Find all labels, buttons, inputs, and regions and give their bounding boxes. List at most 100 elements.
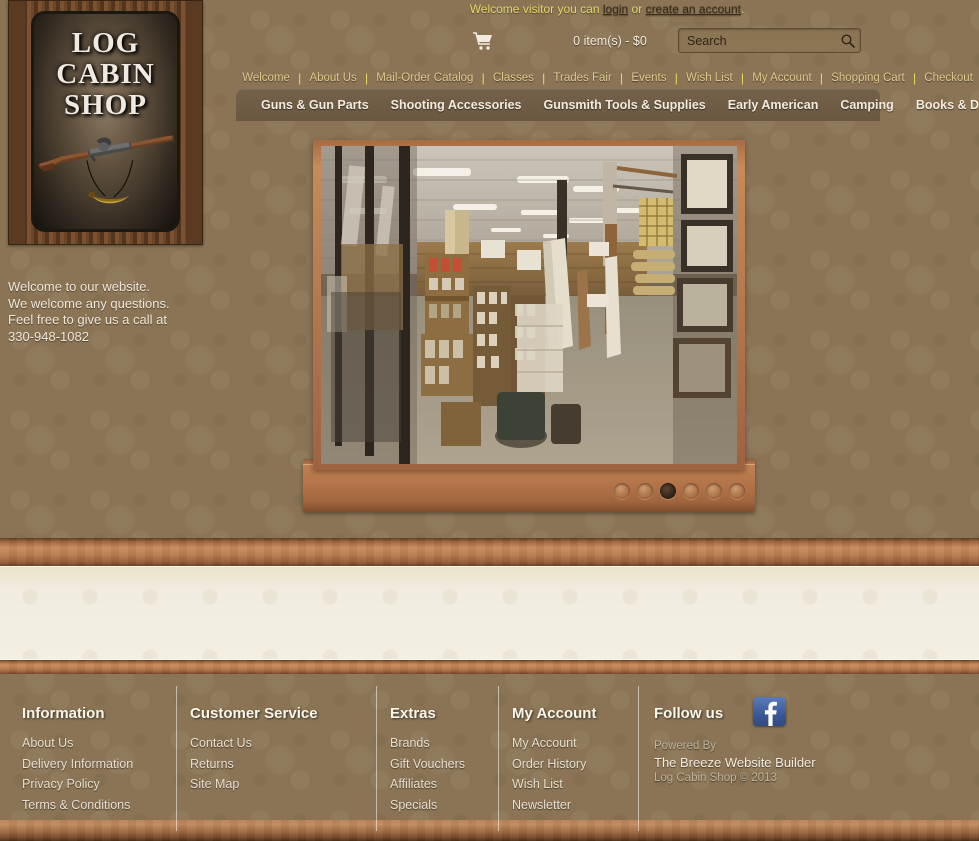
top-nav-item-trades-fair[interactable]: Trades Fair: [547, 72, 618, 84]
top-nav-item-wish-list[interactable]: Wish List: [680, 72, 739, 84]
slider-dot-2[interactable]: [637, 483, 653, 499]
login-link[interactable]: login: [603, 2, 628, 16]
slider-dot-1[interactable]: [614, 483, 630, 499]
slider-frame: [313, 140, 745, 470]
cart-total[interactable]: 0 item(s) - $0: [520, 34, 700, 48]
footer-column-title: My Account: [512, 705, 597, 722]
top-nav-item-events[interactable]: Events: [625, 72, 673, 84]
footer-column-title: Extras: [390, 705, 436, 722]
category-nav-item-shooting-accessories[interactable]: Shooting Accessories: [380, 98, 533, 112]
intro-line-2: We welcome any questions.: [8, 295, 170, 311]
footer-column-title: Information: [22, 705, 105, 722]
logo-line-3: SHOP: [64, 89, 147, 121]
top-nav-item-mail-order-catalog[interactable]: Mail-Order Catalog: [370, 72, 480, 84]
category-nav-item-camping[interactable]: Camping: [829, 98, 904, 112]
footer-link-wish-list[interactable]: Wish List: [512, 774, 654, 795]
wood-footer-bottom: [0, 820, 979, 841]
powder-horn-icon: [86, 160, 134, 204]
footer-column-title: Customer Service: [190, 705, 318, 722]
footer-link-terms-conditions[interactable]: Terms & Conditions: [22, 795, 190, 816]
footer-link-gift-vouchers[interactable]: Gift Vouchers: [390, 754, 512, 775]
facebook-glyph: [764, 701, 777, 726]
intro-text: Welcome to our website. We welcome any q…: [8, 279, 223, 345]
top-nav-item-welcome[interactable]: Welcome: [236, 72, 296, 84]
category-navigation[interactable]: Guns & Gun Parts Shooting Accessories Guns…: [236, 89, 979, 121]
footer-link-contact-us[interactable]: Contact Us: [190, 733, 390, 754]
footer-link-brands[interactable]: Brands: [390, 733, 512, 754]
slider-dot-4[interactable]: [683, 483, 699, 499]
top-nav-item-about-us[interactable]: About Us: [303, 72, 363, 84]
footer-column-customer-service: Customer Service Contact Us Returns Site Ma…: [190, 674, 390, 820]
welcome-text-mid: or: [628, 2, 646, 16]
search-input[interactable]: [687, 29, 832, 52]
welcome-bar: Welcome visitor you can login or create …: [235, 2, 979, 20]
slider-pagination[interactable]: [614, 483, 745, 499]
top-nav-separator: |: [912, 71, 917, 85]
footer-divider-1: [176, 686, 177, 831]
copyright-text: Log Cabin Shop © 2013: [654, 772, 777, 784]
footer-link-site-map[interactable]: Site Map: [190, 774, 390, 795]
powered-by-block: Powered By The Breeze Website Builder Lo…: [654, 739, 884, 786]
category-nav-item-early-american[interactable]: Early American: [717, 98, 830, 112]
slider-dot-5[interactable]: [706, 483, 722, 499]
website-builder-name: The Breeze Website Builder: [654, 755, 816, 770]
slider-image[interactable]: [321, 146, 737, 464]
wood-divider-top: [0, 538, 979, 566]
footer-column-extras: Extras Brands Gift Vouchers Affiliates Speci…: [390, 674, 512, 820]
powered-by-label: Powered By: [654, 740, 717, 752]
footer-link-order-history[interactable]: Order History: [512, 754, 654, 775]
footer-divider-3: [498, 686, 499, 831]
welcome-text-prefix: Welcome visitor you can: [469, 2, 603, 16]
wood-divider-bottom: [0, 660, 979, 674]
top-nav-item-classes[interactable]: Classes: [487, 72, 540, 84]
page-root: LOG CABIN SHOP Welcome visitor you can l…: [0, 0, 979, 841]
footer-divider-4: [638, 686, 639, 831]
footer-link-affiliates[interactable]: Affiliates: [390, 774, 512, 795]
footer-column-information: Information About Us Delivery Information P…: [22, 674, 190, 820]
site-header: LOG CABIN SHOP Welcome visitor you can l…: [0, 0, 979, 245]
slider-dot-3[interactable]: [660, 483, 676, 499]
create-account-link[interactable]: create an account: [646, 2, 741, 16]
top-nav-separator: |: [740, 71, 745, 85]
footer-column-my-account: My Account My Account Order History Wish Li…: [512, 674, 654, 820]
footer-link-newsletter[interactable]: Newsletter: [512, 795, 654, 816]
footer-divider-2: [376, 686, 377, 831]
top-nav-separator: |: [364, 71, 369, 85]
top-nav-item-checkout[interactable]: Checkout: [918, 72, 979, 84]
footer-link-my-account[interactable]: My Account: [512, 733, 654, 754]
logo-line-1: LOG: [71, 27, 140, 59]
category-nav-item-guns-gun-parts[interactable]: Guns & Gun Parts: [250, 98, 380, 112]
top-nav-separator: |: [542, 71, 546, 85]
logo-line-2: CABIN: [56, 58, 155, 90]
top-navigation[interactable]: Welcome | About Us | Mail-Order Catalog | Clas…: [236, 70, 979, 86]
facebook-icon[interactable]: [753, 697, 786, 726]
shopping-cart-icon[interactable]: [472, 31, 494, 51]
logo-plate: LOG CABIN SHOP: [31, 11, 180, 232]
search-button[interactable]: [840, 33, 856, 49]
top-nav-item-my-account[interactable]: My Account: [746, 72, 818, 84]
store-interior-photo: [321, 146, 737, 464]
search-icon: [841, 34, 856, 49]
footer-column-title: Follow us: [654, 705, 724, 722]
slider-dot-6[interactable]: [729, 483, 745, 499]
top-nav-separator: |: [819, 71, 823, 85]
intro-line-3: Feel free to give us a call at: [8, 312, 167, 327]
top-nav-separator: |: [620, 71, 624, 85]
top-nav-separator: |: [481, 71, 485, 85]
footer-link-returns[interactable]: Returns: [190, 754, 390, 775]
footer-link-privacy-policy[interactable]: Privacy Policy: [22, 774, 190, 795]
footer-link-specials[interactable]: Specials: [390, 795, 512, 816]
footer-link-delivery-information[interactable]: Delivery Information: [22, 754, 190, 775]
welcome-text-suffix: .: [740, 2, 745, 16]
logo-wordmark: LOG CABIN SHOP: [34, 28, 177, 121]
main-content-area: [0, 566, 979, 660]
search-box[interactable]: [678, 28, 861, 53]
top-nav-separator: |: [674, 71, 678, 85]
intro-phone: 330-948-1082: [8, 328, 89, 344]
category-nav-item-gunsmith-tools-supplies[interactable]: Gunsmith Tools & Supplies: [532, 98, 716, 112]
top-nav-item-shopping-cart[interactable]: Shopping Cart: [825, 72, 911, 84]
footer-link-about-us[interactable]: About Us: [22, 733, 190, 754]
site-logo[interactable]: LOG CABIN SHOP: [8, 0, 203, 245]
intro-line-1: Welcome to our website.: [8, 279, 151, 294]
category-nav-item-books-dvds[interactable]: Books & DVDs: [905, 98, 979, 112]
